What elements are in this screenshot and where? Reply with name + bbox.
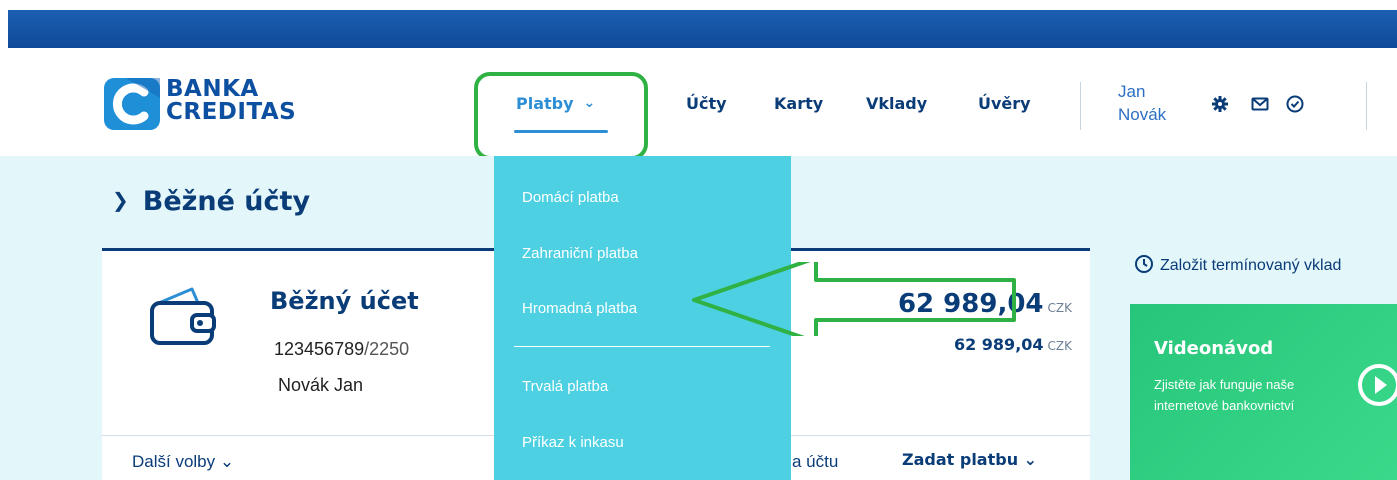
account-owner: Novák Jan <box>278 375 364 395</box>
account-number: 123456789/2250 <box>274 339 409 360</box>
banka-creditas-logo-icon[interactable] <box>104 78 164 130</box>
more-options-dropdown[interactable]: Další volby ⌄ <box>132 452 234 472</box>
nav-vklady[interactable]: Vklady <box>866 94 927 113</box>
account-detail-link[interactable]: a účtu <box>792 452 838 472</box>
enter-payment-button[interactable]: Zadat platbu ⌄ <box>902 450 1037 469</box>
header-divider-right <box>1366 82 1367 130</box>
available-balance: 62 989,04 CZK <box>954 335 1072 354</box>
annotation-highlight-box <box>474 72 648 160</box>
bank-code: /2250 <box>364 339 410 359</box>
term-deposit-label: Založit termínovaný vklad <box>1160 257 1342 274</box>
annotation-arrow-icon <box>692 262 1016 336</box>
video-description: Zjistěte jak funguje naše internetové ba… <box>1154 377 1295 413</box>
gear-icon[interactable] <box>1210 94 1230 114</box>
balance-currency: CZK <box>1047 301 1072 315</box>
header-divider <box>1080 82 1081 130</box>
video-tutorial-card[interactable]: Videonávod Zjistěte jak funguje naše int… <box>1130 304 1397 480</box>
clock-icon <box>1135 255 1153 273</box>
nav-ucty[interactable]: Účty <box>686 94 727 113</box>
brand-name[interactable]: BANKA CREDITAS <box>166 78 296 124</box>
header: BANKA CREDITAS Platby ⌄ Účty Karty Vklady… <box>0 48 1397 160</box>
account-title[interactable]: Běžný účet <box>270 287 419 315</box>
term-deposit-link[interactable]: Založit termínovaný vklad <box>1134 254 1341 275</box>
chevron-down-icon: ❯ <box>112 188 129 212</box>
menu-item-domestic-payment[interactable]: Domácí platba <box>522 189 619 206</box>
chevron-down-icon: ⌄ <box>1023 450 1038 469</box>
top-bar <box>8 10 1397 48</box>
section-title: Běžné účty <box>142 186 311 217</box>
play-icon[interactable] <box>1356 362 1397 408</box>
mail-icon[interactable] <box>1250 94 1270 114</box>
chevron-down-icon: ⌄ <box>219 452 235 471</box>
menu-item-standing-order[interactable]: Trvalá platba <box>522 378 608 395</box>
enter-payment-label: Zadat platbu <box>902 450 1019 469</box>
user-first-name: Jan <box>1118 82 1146 101</box>
brand-line-1: BANKA <box>166 76 259 102</box>
section-toggle[interactable]: ❯ Běžné účty <box>112 186 310 217</box>
menu-item-direct-debit[interactable]: Příkaz k inkasu <box>522 434 624 451</box>
nav-karty[interactable]: Karty <box>774 94 823 113</box>
user-name[interactable]: Jan Novák <box>1118 80 1188 126</box>
user-last-name: Novák <box>1118 105 1167 124</box>
account-number-value: 123456789 <box>274 339 365 359</box>
nav-uvery[interactable]: Úvěry <box>978 94 1031 113</box>
available-currency: CZK <box>1047 339 1072 353</box>
menu-divider <box>514 346 770 347</box>
menu-item-foreign-payment[interactable]: Zahraniční platba <box>522 245 638 262</box>
brand-line-2: CREDITAS <box>166 99 297 125</box>
video-title: Videonávod <box>1154 338 1274 359</box>
more-options-label: Další volby <box>132 452 216 471</box>
check-circle-icon[interactable] <box>1285 94 1305 114</box>
available-value: 62 989,04 <box>953 335 1044 354</box>
wallet-icon <box>150 287 216 345</box>
menu-item-bulk-payment[interactable]: Hromadná platba <box>522 300 637 317</box>
